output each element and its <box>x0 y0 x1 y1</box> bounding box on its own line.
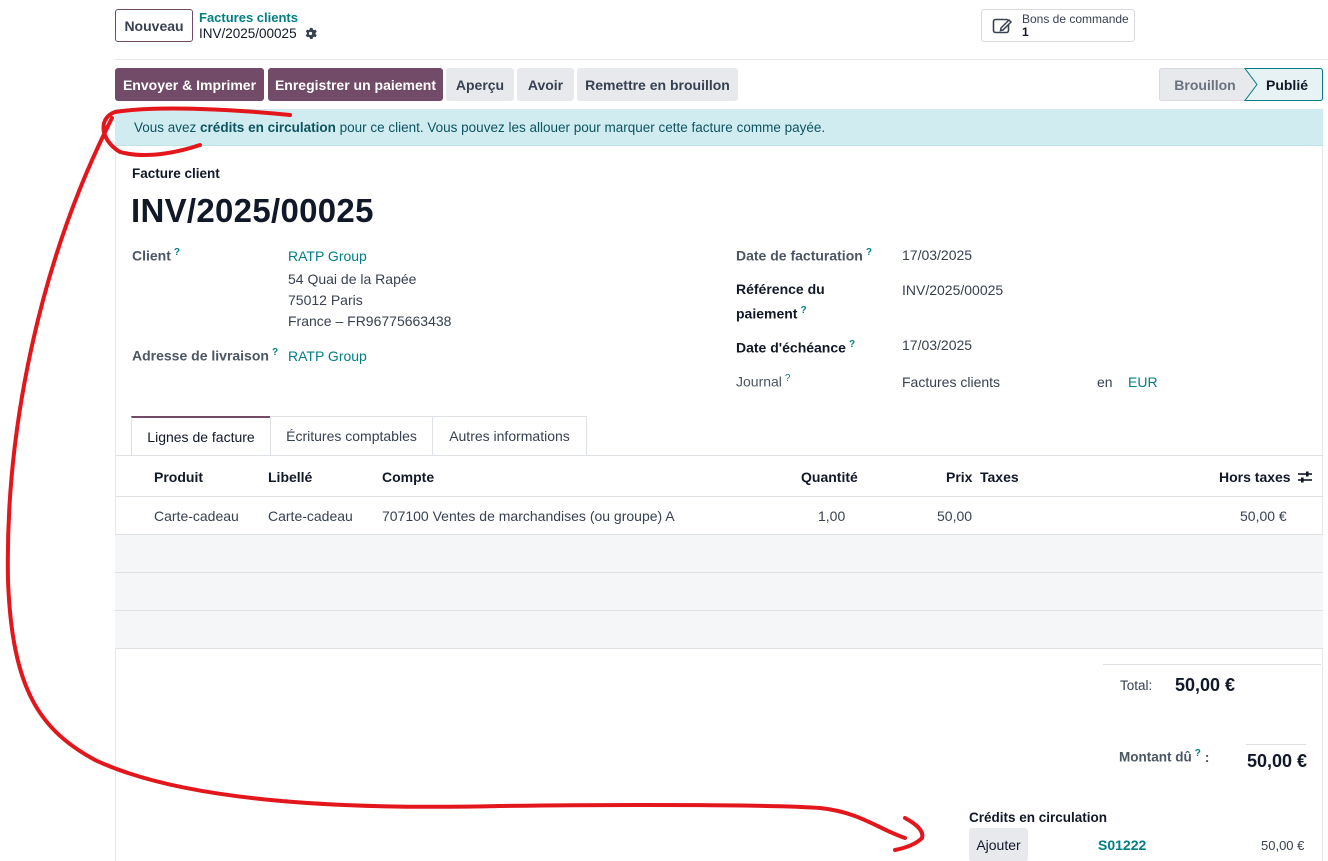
currency-prefix: en <box>1097 374 1113 390</box>
amount-due-value: 50,00 € <box>1247 751 1308 771</box>
credit-amount: 50,00 € <box>1261 838 1305 853</box>
row-subtotal: 50,00 € <box>1240 508 1287 524</box>
invoice-name: INV/2025/00025 <box>131 192 374 229</box>
help-icon[interactable]: ? <box>785 373 791 384</box>
totals-top-border <box>1103 664 1321 665</box>
payment-reference-label-line2: paiement <box>736 305 798 322</box>
journal-label-text: Journal <box>736 373 782 390</box>
new-button[interactable]: Nouveau <box>115 9 193 42</box>
register-payment-button[interactable]: Enregistrer un paiement <box>268 68 443 101</box>
outstanding-credits-title: Crédits en circulation <box>969 810 1108 825</box>
help-icon[interactable]: ? <box>174 247 180 258</box>
invoice-date-label-text: Date de facturation <box>736 247 863 264</box>
client-address-line3: France – FR96775663438 <box>288 313 452 329</box>
row-label: Carte-cadeau <box>268 508 353 524</box>
status-bar: Brouillon Publié <box>1159 68 1323 101</box>
help-icon[interactable]: ? <box>866 247 872 258</box>
invoice-lines-header: Produit Libellé Compte Quantité Prix Tax… <box>115 456 1323 497</box>
alert-prefix: Vous avez <box>134 119 201 135</box>
help-icon[interactable]: ? <box>849 339 855 350</box>
total-value: 50,00 € <box>1175 675 1236 695</box>
client-label: Client? <box>132 247 180 264</box>
breadcrumb-current: INV/2025/00025 <box>199 26 317 41</box>
row-price: 50,00 <box>937 508 973 524</box>
help-icon[interactable]: ? <box>800 305 806 316</box>
gear-icon[interactable] <box>304 27 317 40</box>
status-stage-posted[interactable]: Publié <box>1251 68 1323 101</box>
col-product[interactable]: Produit <box>154 469 203 485</box>
outstanding-credits-alert: Vous avez crédits en circulation pour ce… <box>115 109 1323 146</box>
amount-due-label-text: Montant dû <box>1119 749 1192 765</box>
col-account[interactable]: Compte <box>382 469 434 485</box>
breadcrumb-current-label: INV/2025/00025 <box>199 26 297 41</box>
preview-button[interactable]: Aperçu <box>446 68 514 101</box>
row-account: 707100 Ventes de marchandises (ou groupe… <box>382 508 675 524</box>
row-quantity: 1,00 <box>818 508 846 524</box>
empty-row <box>115 611 1323 649</box>
invoice-date-field[interactable]: 17/03/2025 <box>902 247 972 263</box>
client-link[interactable]: RATP Group <box>288 248 367 264</box>
status-stage-draft[interactable]: Brouillon <box>1159 68 1251 101</box>
alert-bold: crédits en circulation <box>200 119 336 135</box>
amount-due-top-border <box>1246 744 1306 745</box>
due-date-label-text: Date d'échéance <box>736 339 846 356</box>
due-date-field[interactable]: 17/03/2025 <box>902 337 972 353</box>
client-label-text: Client <box>132 247 171 264</box>
smart-button-count: 1 <box>1022 24 1029 39</box>
client-address-line2: 75012 Paris <box>288 292 363 308</box>
credit-reference-link[interactable]: S01222 <box>1098 837 1146 853</box>
reset-draft-button[interactable]: Remettre en brouillon <box>577 68 738 101</box>
payment-reference-label-line1: Référence du <box>736 281 825 297</box>
journal-label: Journal? <box>736 373 790 390</box>
col-subtotal[interactable]: Hors taxes <box>1219 469 1291 485</box>
col-label[interactable]: Libellé <box>268 469 312 485</box>
client-address-line1: 54 Quai de la Rapée <box>288 271 417 287</box>
tab-other-info[interactable]: Autres informations <box>432 416 587 455</box>
smart-button-text: Bons de commande 1 <box>1022 11 1129 39</box>
invoice-date-label: Date de facturation? <box>736 247 872 264</box>
purchase-orders-smart-button[interactable]: Bons de commande 1 <box>981 9 1135 42</box>
table-row[interactable]: Carte-cadeau Carte-cadeau 707100 Ventes … <box>115 497 1323 535</box>
empty-row <box>115 573 1323 611</box>
breadcrumb-parent[interactable]: Factures clients <box>199 10 298 25</box>
tab-journal-items[interactable]: Écritures comptables <box>270 416 433 455</box>
notebook-tabs: Lignes de facture Écritures comptables A… <box>131 416 587 455</box>
amount-due-colon: : <box>1204 749 1210 765</box>
due-date-label: Date d'échéance? <box>736 334 855 359</box>
edit-icon <box>992 17 1014 35</box>
smart-button-label: Bons de commande <box>1022 11 1129 26</box>
help-icon[interactable]: ? <box>272 347 278 358</box>
total-label: Total: <box>1120 678 1153 693</box>
amount-due-label: Montant dû?: <box>1119 748 1209 765</box>
delivery-address-link[interactable]: RATP Group <box>288 348 367 364</box>
tab-invoice-lines[interactable]: Lignes de facture <box>131 416 271 455</box>
delivery-address-label: Adresse de livraison? <box>132 347 278 364</box>
column-settings-icon[interactable] <box>1298 470 1312 484</box>
payment-reference-field[interactable]: INV/2025/00025 <box>902 282 1003 298</box>
alert-suffix: pour ce client. Vous pouvez les allouer … <box>335 119 826 135</box>
help-icon[interactable]: ? <box>1195 748 1201 759</box>
invoice-type: Facture client <box>132 166 220 181</box>
empty-row <box>115 535 1323 573</box>
row-product[interactable]: Carte-cadeau <box>154 508 239 524</box>
col-taxes[interactable]: Taxes <box>980 469 1019 485</box>
payment-reference-label: Référence du paiement? <box>736 279 825 325</box>
control-panel-divider <box>115 59 1328 60</box>
add-credit-button[interactable]: Ajouter <box>969 828 1028 861</box>
journal-field[interactable]: Factures clients <box>902 374 1000 390</box>
credit-note-button[interactable]: Avoir <box>517 68 574 101</box>
currency-link[interactable]: EUR <box>1128 374 1158 390</box>
col-price[interactable]: Prix <box>946 469 972 485</box>
send-print-button[interactable]: Envoyer & Imprimer <box>115 68 264 101</box>
col-quantity[interactable]: Quantité <box>801 469 858 485</box>
delivery-label-text: Adresse de livraison <box>132 347 269 364</box>
